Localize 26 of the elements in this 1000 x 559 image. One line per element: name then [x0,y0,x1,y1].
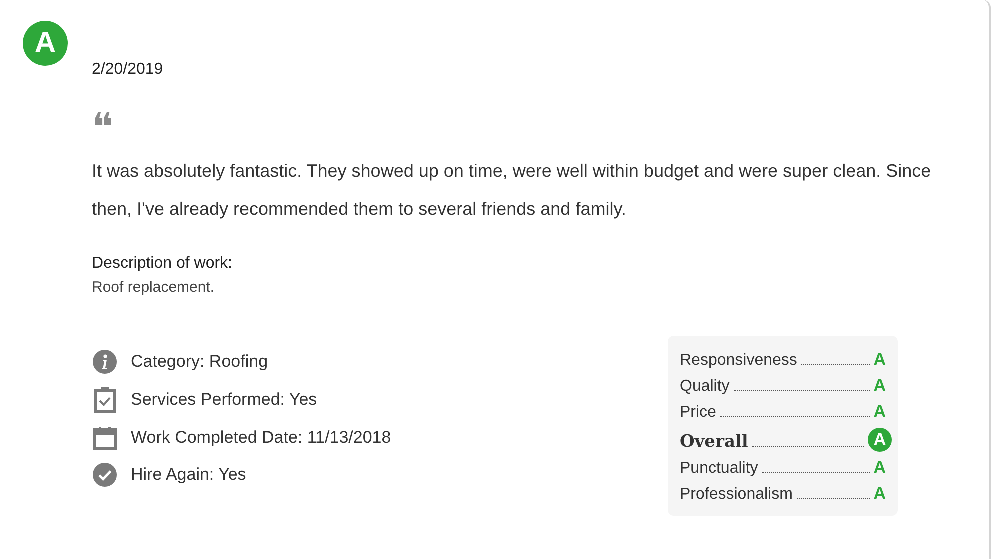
info-icon [93,350,117,374]
detail-text: Services Performed: Yes [131,390,318,410]
rating-grade: A [874,402,886,422]
rating-grade: A [874,484,886,504]
rating-grade: A [874,376,886,396]
rating-grade: A [874,458,886,478]
rating-label: Punctuality [680,460,758,478]
calendar-icon [93,426,117,450]
rating-label: Price [680,404,716,422]
rating-label: Overall [680,432,748,452]
detail-text: Work Completed Date: 11/13/2018 [131,428,392,448]
overall-grade-badge: A [868,428,892,452]
grade-badge: A [23,21,68,66]
detail-text: Category: Roofing [131,352,268,372]
review-text: It was absolutely fantastic. They showed up on time, were well within budget and were super clean. Since then, I've already recommended them to several friends and family. [92,160,932,221]
check-circle-icon [93,463,117,487]
description-text: Roof replacement. [92,279,216,296]
rating-label: Quality [680,378,730,396]
review-date: 2/20/2019 [92,61,164,79]
quote-mark: ❝ [92,113,114,143]
detail-text: Hire Again: Yes [131,465,246,485]
clipboard-check-icon [94,387,116,413]
rating-label: Professionalism [680,486,793,504]
rating-grade: A [874,350,886,370]
description-label: Description of work: [92,255,234,273]
rating-label: Responsiveness [680,352,798,370]
